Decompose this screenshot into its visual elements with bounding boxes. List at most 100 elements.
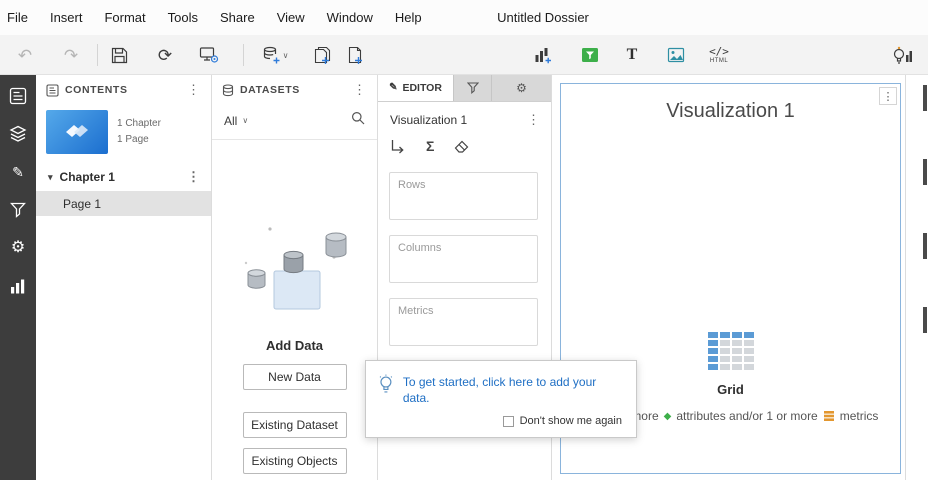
- pencil-icon: ✎: [389, 83, 397, 93]
- toolbar-separator: [97, 44, 98, 66]
- save-icon[interactable]: [104, 41, 134, 69]
- contents-panel-icon[interactable]: [0, 77, 36, 115]
- dataset-filter-dropdown[interactable]: All: [224, 114, 237, 128]
- dataset-search-icon[interactable]: [351, 111, 365, 130]
- format-panel-icon[interactable]: ✎: [0, 153, 36, 191]
- editor-tabs: ✎ EDITOR ⚙: [378, 75, 551, 102]
- new-chapter-icon[interactable]: [308, 41, 338, 69]
- datasets-panel-header: DATASETS ⋮: [212, 75, 377, 105]
- pivot-icon[interactable]: [390, 139, 406, 154]
- tooltip-body: To get started, click here to add your d…: [366, 361, 636, 411]
- insert-text-icon[interactable]: T: [617, 41, 647, 69]
- right-edge-mark: [923, 159, 927, 185]
- dataset-filter-row: All ∨: [212, 105, 377, 140]
- contents-header-icon: [46, 84, 59, 97]
- chapter-count: 1 Chapter: [117, 116, 161, 132]
- datasets-panel-icon[interactable]: [0, 115, 36, 153]
- insert-html-icon[interactable]: </> HTML: [704, 41, 734, 69]
- toolbar: ↶ ↷ ⟳ ∨ T </>: [0, 35, 928, 75]
- editor-visualization-row: Visualization 1 ⋮: [378, 102, 551, 132]
- get-started-tooltip: To get started, click here to add your d…: [365, 360, 637, 438]
- menu-file[interactable]: File: [0, 10, 39, 25]
- dossier-thumbnail-row: 1 Chapter 1 Page: [36, 105, 211, 159]
- menu-view[interactable]: View: [266, 10, 316, 25]
- right-edge-strip: [905, 75, 928, 480]
- contents-panel: CONTENTS ⋮ 1 Chapter 1 Page ▾ Chapter 1 …: [36, 75, 212, 480]
- contents-panel-title: CONTENTS: [65, 84, 128, 96]
- left-icon-rail: ✎ ⚙: [0, 75, 36, 480]
- new-data-button[interactable]: New Data: [243, 364, 347, 390]
- menu-format[interactable]: Format: [93, 10, 156, 25]
- columns-dropzone-label: Columns: [390, 236, 537, 260]
- visualizations-panel-icon[interactable]: [0, 267, 36, 305]
- dossier-thumbnail[interactable]: [46, 110, 108, 154]
- menu-tools[interactable]: Tools: [157, 10, 209, 25]
- editor-tab-label: EDITOR: [402, 82, 441, 94]
- thumbnail-caption: 1 Chapter 1 Page: [117, 116, 161, 148]
- app-window: File Insert Format Tools Share View Wind…: [0, 0, 928, 480]
- hint-text-2: attributes and/or 1 or more: [676, 409, 817, 423]
- undo-icon[interactable]: ↶: [10, 41, 40, 69]
- add-data-icon[interactable]: ∨: [252, 41, 298, 69]
- grid-icon: [708, 332, 754, 370]
- window-title: Untitled Dossier: [497, 10, 589, 25]
- chapter-kebab-icon[interactable]: ⋮: [184, 169, 203, 185]
- toolbar-separator: [243, 44, 244, 66]
- editor-tools-row: Σ: [378, 132, 551, 162]
- get-started-link[interactable]: To get started, click here to add your d…: [403, 374, 624, 406]
- menu-insert[interactable]: Insert: [39, 10, 94, 25]
- right-edge-mark: [923, 307, 927, 333]
- datasets-header-icon: [222, 84, 234, 97]
- tab-editor[interactable]: ✎ EDITOR: [378, 75, 454, 101]
- hint-text-3: metrics: [840, 409, 879, 423]
- right-edge-mark: [923, 85, 927, 111]
- eraser-icon[interactable]: [454, 139, 470, 153]
- metric-icon: [823, 410, 835, 422]
- datasets-panel: DATASETS ⋮ All ∨ Add Data New Data Exist…: [212, 75, 378, 480]
- grid-label: Grid: [717, 382, 744, 397]
- menu-share[interactable]: Share: [209, 10, 266, 25]
- chapter-label: Chapter 1: [60, 170, 115, 184]
- redo-icon[interactable]: ↷: [56, 41, 86, 69]
- insert-visualization-icon[interactable]: [528, 41, 558, 69]
- settings-panel-icon[interactable]: ⚙: [0, 229, 36, 267]
- menu-window[interactable]: Window: [316, 10, 384, 25]
- page-item-selected[interactable]: Page 1: [36, 191, 211, 216]
- chevron-down-icon: ∨: [283, 51, 289, 60]
- dossier-thumbnail-glyph: [64, 123, 90, 141]
- chapter-item[interactable]: ▾ Chapter 1 ⋮: [36, 159, 211, 191]
- canvas-kebab-icon[interactable]: ⋮: [879, 87, 897, 105]
- chapter-expander-icon[interactable]: ▾: [48, 172, 53, 183]
- insert-filter-icon[interactable]: [575, 41, 605, 69]
- menu-help[interactable]: Help: [384, 10, 433, 25]
- funnel-icon: [467, 82, 479, 94]
- datasets-kebab-icon[interactable]: ⋮: [350, 82, 369, 98]
- menu-bar: File Insert Format Tools Share View Wind…: [0, 0, 928, 35]
- filter-panel-icon[interactable]: [0, 191, 36, 229]
- dont-show-again-checkbox[interactable]: [503, 416, 514, 427]
- editor-visualization-kebab-icon[interactable]: ⋮: [524, 112, 543, 128]
- existing-dataset-button[interactable]: Existing Dataset: [243, 412, 347, 438]
- new-page-icon[interactable]: [340, 41, 370, 69]
- columns-dropzone[interactable]: Columns: [389, 235, 538, 283]
- insert-image-icon[interactable]: [661, 41, 691, 69]
- existing-objects-button[interactable]: Existing Objects: [243, 448, 347, 474]
- sigma-icon[interactable]: Σ: [426, 138, 434, 154]
- canvas-visualization-title: Visualization 1: [561, 100, 900, 123]
- tooltip-footer: Don't show me again: [366, 411, 636, 427]
- metrics-dropzone[interactable]: Metrics: [389, 298, 538, 346]
- chevron-down-icon: ∨: [242, 116, 248, 125]
- present-icon[interactable]: [194, 41, 224, 69]
- tab-filter[interactable]: [454, 75, 492, 101]
- add-data-title: Add Data: [212, 338, 377, 353]
- dont-show-again-label: Don't show me again: [520, 415, 622, 427]
- rows-dropzone[interactable]: Rows: [389, 172, 538, 220]
- attribute-diamond-icon: ◆: [664, 411, 672, 422]
- gear-icon: ⚙: [516, 82, 527, 94]
- datasets-empty-illustration: [230, 223, 360, 320]
- contents-kebab-icon[interactable]: ⋮: [184, 82, 203, 98]
- bulb-icon: [378, 374, 394, 394]
- insights-icon[interactable]: [886, 41, 916, 69]
- refresh-icon[interactable]: ⟳: [150, 41, 180, 69]
- tab-format[interactable]: ⚙: [492, 75, 551, 101]
